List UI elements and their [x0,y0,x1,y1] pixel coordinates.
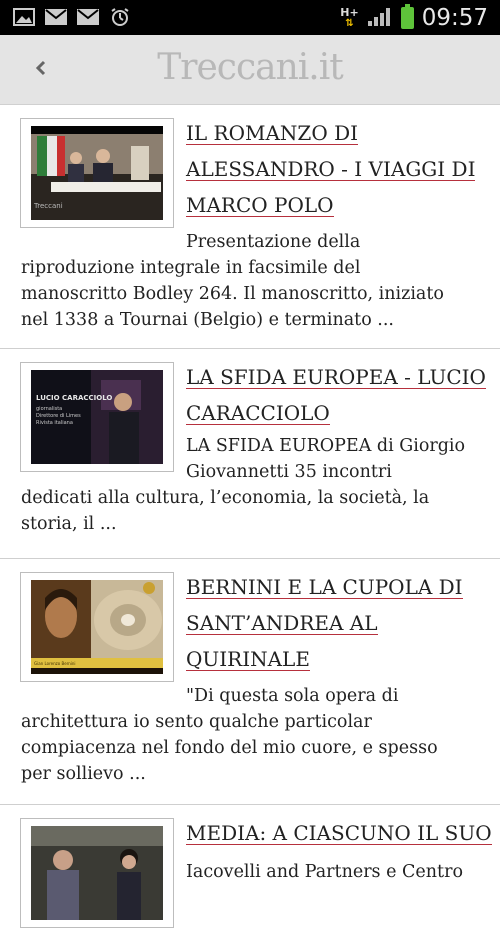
article-item[interactable]: LUCIO CARACCIOLO giornalista Direttore d… [0,349,500,559]
article-title[interactable]: MARCO POLO [186,194,334,217]
article-description: Giovannetti 35 incontri [186,462,392,482]
article-list: Treccani IL ROMANZO DI ALESSANDRO - I VI… [0,105,500,928]
article-thumbnail[interactable]: LUCIO CARACCIOLO giornalista Direttore d… [20,362,174,472]
status-bar: H+ ⇅ 09:57 [0,0,500,35]
article-item[interactable]: Gian Lorenzo Bernini BERNINI E LA CUPOLA… [0,559,500,805]
svg-text:LUCIO CARACCIOLO: LUCIO CARACCIOLO [36,394,112,402]
network-type-icon: H+ ⇅ [340,5,359,29]
article-description: Iacovelli and Partners e Centro [186,862,463,882]
article-thumbnail[interactable]: Gian Lorenzo Bernini [20,572,174,682]
app-header: Treccani.it [0,35,500,105]
svg-text:Gian Lorenzo Bernini: Gian Lorenzo Bernini [34,661,76,666]
svg-text:Treccani: Treccani [33,202,63,210]
article-title[interactable]: BERNINI E LA CUPOLA DI [186,576,463,599]
article-description: riproduzione integrale in facsimile del [21,258,361,278]
article-description: compiacenza nel fondo del mio cuore, e s… [21,738,438,758]
article-title[interactable]: SANT’ANDREA AL [186,612,378,635]
svg-text:Rivista italiana: Rivista italiana [36,420,73,426]
article-title[interactable]: QUIRINALE [186,648,310,671]
svg-text:Direttore di Limes: Direttore di Limes [36,413,81,419]
treccani-logo: Treccani.it [157,47,343,88]
article-item[interactable]: MEDIA: A CIASCUNO IL SUO Iacovelli and P… [0,805,500,928]
clock: 09:57 [421,4,488,31]
article-description: Presentazione della [186,232,361,252]
article-description: dedicati alla cultura, l’economia, la so… [21,488,430,508]
article-title[interactable]: IL ROMANZO DI [186,122,359,145]
article-thumbnail[interactable]: Treccani [20,118,174,228]
article-description: storia, il ... [21,514,117,534]
article-description: "Di questa sola opera di [186,686,399,706]
notification-icons [12,7,132,27]
battery-icon [400,3,414,29]
svg-text:giornalista: giornalista [36,406,62,412]
article-title[interactable]: MEDIA: A CIASCUNO IL SUO [186,822,492,845]
article-title[interactable]: CARACCIOLO [186,402,330,425]
gmail-icon [44,7,68,27]
gmail-icon [76,7,100,27]
article-description: LA SFIDA EUROPEA di Giorgio [186,436,466,456]
article-thumbnail[interactable] [20,818,174,928]
article-description: per sollievo ... [21,764,146,784]
article-description: architettura io sento qualche particolar [21,712,372,732]
article-title[interactable]: ALESSANDRO - I VIAGGI DI [186,158,476,181]
signal-icon [367,5,393,31]
gallery-icon [12,7,36,27]
article-title[interactable]: LA SFIDA EUROPEA - LUCIO [186,366,486,389]
article-item[interactable]: Treccani IL ROMANZO DI ALESSANDRO - I VI… [0,105,500,349]
alarm-icon [108,7,132,27]
article-description: manoscritto Bodley 264. Il manoscritto, … [21,284,444,304]
article-description: nel 1338 a Tournai (Belgio) e terminato … [21,310,394,330]
